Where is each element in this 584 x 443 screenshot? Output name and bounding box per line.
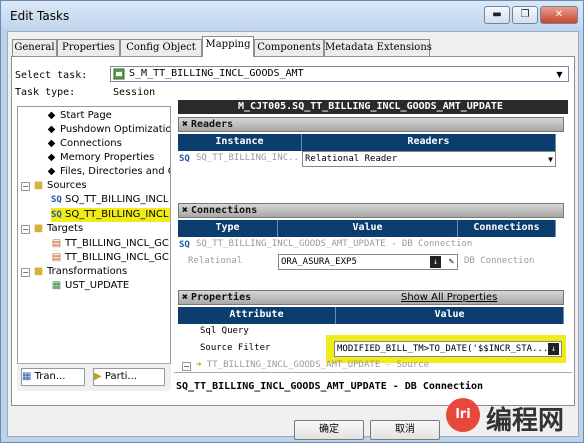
- tree-item-connections[interactable]: ◆ Connections: [46, 137, 122, 151]
- select-task-dropdown[interactable]: S_M_TT_BILLING_INCL_GOODS_AMT ▼: [110, 66, 569, 82]
- window-title: Edit Tasks: [10, 9, 70, 23]
- tree-folder-sources[interactable]: ■ Sources: [33, 179, 87, 193]
- partition-icon: ▶: [94, 371, 105, 382]
- show-all-properties-link[interactable]: Show All Properties: [401, 291, 497, 304]
- reader-select[interactable]: Relational Reader ▼: [302, 151, 556, 167]
- watermark-text: 编程网: [486, 406, 565, 436]
- connections-col-connections: Connections: [458, 220, 556, 237]
- collapse-targets-icon[interactable]: −: [21, 225, 30, 234]
- tree-folder-targets[interactable]: ■ Targets: [33, 222, 83, 236]
- select-task-label: Select task:: [15, 70, 88, 81]
- dialog-client: General Properties Config Object Mapping…: [7, 31, 579, 440]
- cancel-button[interactable]: 取消: [370, 420, 440, 440]
- folder-icon: ■: [33, 223, 44, 234]
- restore-button[interactable]: ❐: [512, 6, 538, 24]
- edit-tasks-window: Edit Tasks ▬ ❐ ✕ General Properties Conf…: [0, 0, 584, 443]
- connection-type: Relational: [188, 256, 243, 266]
- status-text: SQ_TT_BILLING_INCL_GOODS_AMT_UPDATE - DB…: [176, 381, 484, 392]
- watermark-logo: lri: [446, 398, 480, 432]
- reader-instance: SQ_TT_BILLING_INC...: [196, 153, 300, 163]
- diamond-icon: ◆: [47, 166, 56, 177]
- source-arrow-icon: ➜: [196, 360, 207, 370]
- collapse-icon[interactable]: ✖: [179, 118, 191, 131]
- tree-item-source-1[interactable]: SQ SQ_TT_BILLING_INCL: [51, 193, 168, 207]
- tab-metadata-extensions[interactable]: Metadata Extensions: [324, 39, 432, 56]
- chevron-down-icon[interactable]: ▼: [548, 152, 553, 166]
- collapse-sources-icon[interactable]: −: [21, 182, 30, 191]
- chevron-down-icon[interactable]: ▼: [553, 69, 566, 81]
- mapping-instance-header: M_CJT005.SQ_TT_BILLING_INCL_GOODS_AMT_UP…: [178, 100, 568, 114]
- connection-name: DB Connection: [464, 256, 535, 266]
- tree-item-transformation-1[interactable]: ▦ UST_UPDATE: [51, 279, 129, 293]
- source-filter-field[interactable]: MODIFIED_BILL_TM>TO_DATE('$$INCR_STA... …: [334, 341, 562, 357]
- property-attribute: Source Filter: [200, 343, 271, 353]
- readers-col-instance: Instance: [178, 134, 302, 151]
- diamond-icon: ◆: [47, 110, 56, 121]
- connections-section-header[interactable]: ✖ Connections: [178, 203, 564, 218]
- tree-item-memory[interactable]: ◆ Memory Properties: [46, 151, 155, 165]
- edit-icon[interactable]: ✎: [449, 255, 454, 269]
- tree-item-files[interactable]: ◆Files, Directories and Com: [46, 165, 170, 179]
- session-icon: [113, 68, 125, 80]
- task-type-value: Session: [113, 87, 156, 98]
- tab-mapping[interactable]: Mapping: [202, 36, 254, 57]
- tab-config-object[interactable]: Config Object: [120, 39, 202, 56]
- update-strategy-icon: ▦: [51, 280, 62, 291]
- ok-button[interactable]: 确定: [294, 420, 364, 440]
- folder-icon: ■: [33, 180, 44, 191]
- readers-section-header[interactable]: ✖ Readers: [178, 117, 564, 132]
- connection-value[interactable]: ORA_ASURA_EXP5 ↓ ✎: [278, 254, 458, 270]
- property-attribute: Sql Query: [200, 326, 249, 336]
- tree-bottom-tabs: ▦ Tran... ▶ Parti...: [17, 363, 171, 391]
- tab-components[interactable]: Components: [254, 39, 324, 56]
- tree-item-start-page[interactable]: ◆ Start Page: [46, 109, 112, 123]
- tab-properties[interactable]: Properties: [57, 39, 120, 56]
- tree-item-target-2[interactable]: ▤ TT_BILLING_INCL_GC: [51, 251, 169, 265]
- tree-item-target-1[interactable]: ▤ TT_BILLING_INCL_GC: [51, 237, 169, 251]
- properties-col-attribute: Attribute: [178, 307, 336, 324]
- tab-transformations[interactable]: ▦ Tran...: [21, 368, 85, 386]
- target-icon: ▤: [51, 252, 62, 263]
- minimize-button[interactable]: ▬: [484, 6, 510, 24]
- browse-icon[interactable]: ↓: [430, 256, 441, 268]
- mapping-detail-panel: M_CJT005.SQ_TT_BILLING_INCL_GOODS_AMT_UP…: [174, 99, 572, 405]
- tree-item-pushdown[interactable]: ◆ Pushdown Optimization: [46, 123, 170, 137]
- collapse-icon[interactable]: ✖: [179, 291, 191, 304]
- readers-col-readers: Readers: [302, 134, 556, 151]
- collapse-icon[interactable]: ✖: [179, 204, 191, 217]
- sql-icon: SQ: [179, 240, 190, 250]
- task-type-label: Task type:: [15, 87, 76, 98]
- diamond-icon: ◆: [47, 152, 56, 163]
- title-bar[interactable]: Edit Tasks ▬ ❐ ✕: [1, 1, 583, 31]
- tree-item-source-2[interactable]: SQ SQ_TT_BILLING_INCL: [51, 208, 170, 222]
- collapse-transformations-icon[interactable]: −: [21, 268, 30, 277]
- sql-icon: SQ: [179, 154, 190, 164]
- tree-folder-transformations[interactable]: ■ Transformations: [33, 265, 127, 279]
- properties-section-header[interactable]: ✖ Properties Show All Properties: [178, 290, 564, 305]
- target-icon: ▤: [51, 238, 62, 249]
- close-button[interactable]: ✕: [540, 6, 578, 24]
- connections-col-type: Type: [178, 220, 278, 237]
- expand-icon[interactable]: −: [182, 362, 191, 371]
- connection-row-title: SQ_TT_BILLING_INCL_GOODS_AMT_UPDATE - DB…: [196, 239, 473, 249]
- diamond-icon: ◆: [47, 138, 56, 149]
- properties-col-value: Value: [336, 307, 564, 324]
- diamond-icon: ◆: [47, 124, 56, 135]
- tab-partitions[interactable]: ▶ Parti...: [93, 368, 165, 386]
- connections-col-value: Value: [278, 220, 458, 237]
- select-task-value: S_M_TT_BILLING_INCL_GOODS_AMT: [129, 68, 304, 79]
- task-tree: ◆ Start Page ◆ Pushdown Optimization ◆ Conn…: [17, 106, 171, 391]
- folder-icon: ■: [33, 266, 44, 277]
- grid-icon: ▦: [22, 371, 35, 382]
- tab-general[interactable]: General: [12, 39, 57, 56]
- browse-icon[interactable]: ↓: [548, 343, 559, 355]
